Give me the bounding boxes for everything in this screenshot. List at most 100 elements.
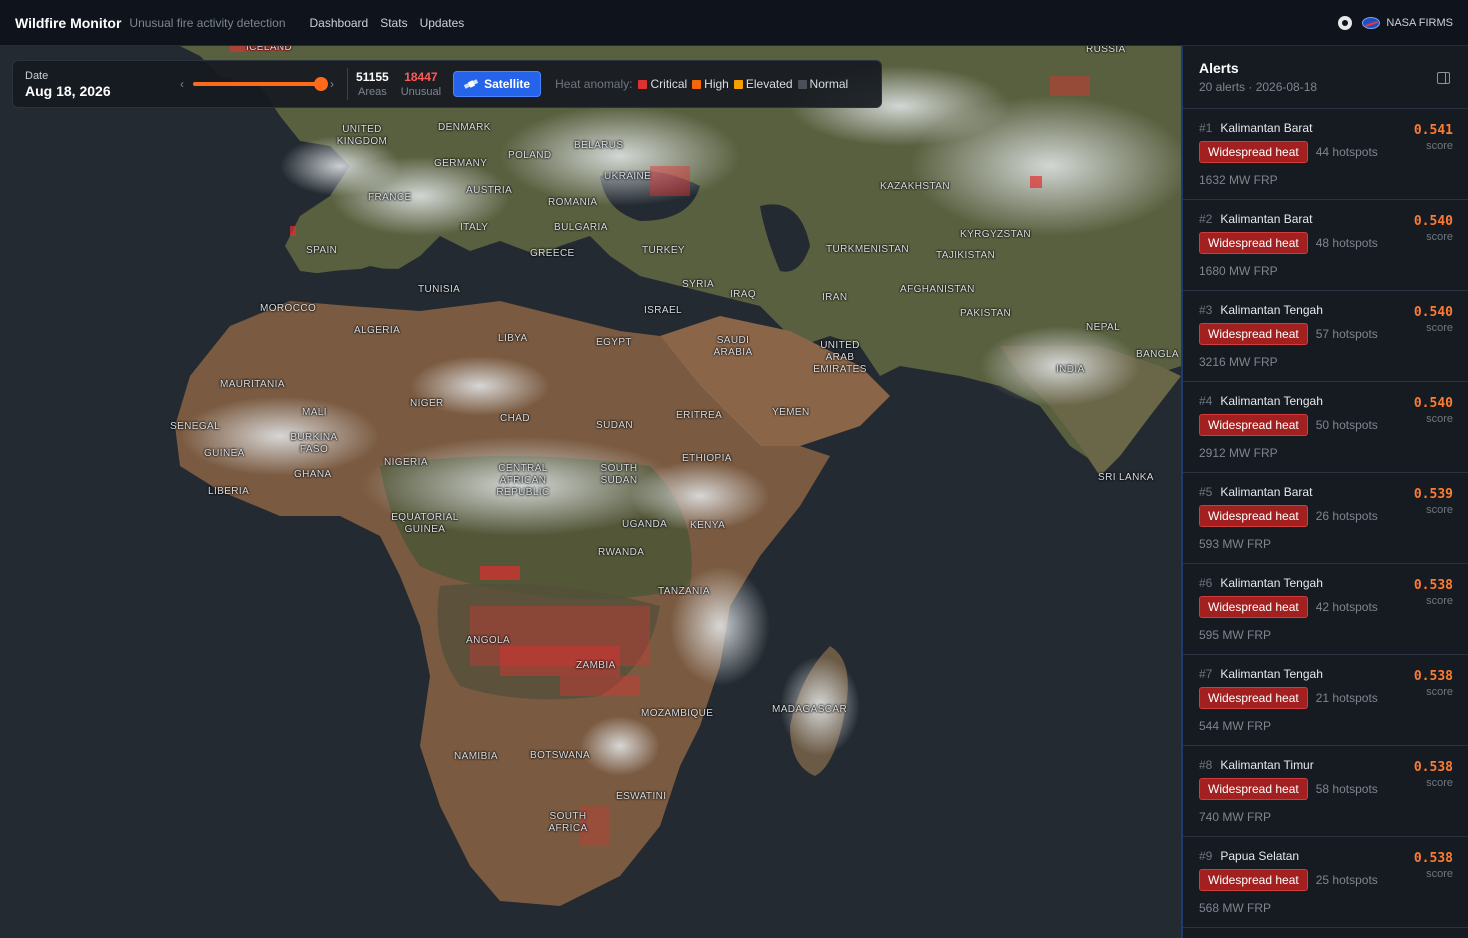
alert-hotspots: 58 hotspots (1315, 782, 1378, 796)
map-label-kenya: KENYA (690, 520, 726, 531)
date-slider[interactable] (193, 76, 328, 92)
alert-rank: #5 (1199, 485, 1213, 499)
map-label-india: INDIA (1056, 364, 1085, 375)
map-label-namibia: NAMIBIA (454, 751, 498, 762)
alert-score: 0.540 score (1414, 214, 1453, 243)
alert-region: Kalimantan Tengah (1220, 303, 1323, 317)
alert-item[interactable]: #1 Kalimantan Barat Widespread heat 44 hots… (1183, 109, 1468, 200)
app-title[interactable]: Wildfire Monitor (15, 15, 121, 31)
map-label-rwanda: RWANDA (598, 547, 645, 558)
alert-score-label: score (1426, 322, 1453, 334)
alert-type-badge: Widespread heat (1199, 778, 1308, 800)
map-label-zambia: ZAMBIA (576, 660, 616, 671)
alert-score-value: 0.539 (1413, 487, 1453, 502)
satellite-toggle-button[interactable]: Satellite (453, 71, 542, 97)
chevron-left-icon[interactable]: ‹ (175, 77, 189, 91)
satellite-map[interactable]: ICELAND RUSSIA UNITED KINGDOM DENMARK BE… (0, 46, 1181, 938)
alert-score-label: score (1426, 231, 1453, 243)
alert-item[interactable]: #8 Kalimantan Timur Widespread heat 58 hots… (1183, 746, 1468, 837)
alert-score-value: 0.538 (1413, 669, 1453, 684)
legend-label-high: High (704, 77, 729, 91)
alert-rank: #3 (1199, 303, 1213, 317)
map-label-iraq: IRAQ (730, 289, 757, 300)
alert-score-value: 0.538 (1413, 760, 1453, 775)
alert-item[interactable]: #7 Kalimantan Tengah Widespread heat 21 hot… (1183, 655, 1468, 746)
alert-hotspots: 57 hotspots (1315, 327, 1378, 341)
alert-frp: 568 MW FRP (1199, 901, 1272, 915)
map-label-morocco: MOROCCO (260, 303, 317, 314)
map-label-botswana: BOTSWANA (530, 750, 591, 761)
alert-score: 0.538 score (1414, 851, 1453, 880)
legend-label-elevated: Elevated (745, 77, 793, 91)
alert-rank: #7 (1199, 667, 1213, 681)
legend-swatch-high (692, 79, 702, 89)
nasa-firms-link[interactable]: NASA FIRMS (1362, 16, 1453, 29)
alert-item[interactable]: #6 Kalimantan Tengah Widespread heat 42 hot… (1183, 564, 1468, 655)
map-label-sri-lanka: SRI LANKA (1098, 472, 1154, 483)
nav-updates[interactable]: Updates (420, 16, 465, 30)
alert-item[interactable]: #4 Kalimantan Tengah Widespread heat 50 hot… (1183, 382, 1468, 473)
map-label-iceland: ICELAND (246, 46, 293, 53)
alert-frp: 2912 MW FRP (1199, 446, 1278, 460)
nav-right: NASA FIRMS (1338, 15, 1453, 30)
alert-score-label: score (1426, 413, 1453, 425)
map-label-romania: ROMANIA (548, 197, 598, 208)
alert-frp: 1680 MW FRP (1199, 264, 1278, 278)
legend-title: Heat anomaly: (555, 77, 633, 91)
unusual-value: 18447 (404, 70, 438, 84)
alert-score: 0.540 score (1414, 396, 1453, 425)
alert-rank: #1 (1199, 121, 1213, 135)
alert-hotspots: 48 hotspots (1315, 236, 1378, 250)
alerts-subtitle: 20 alerts · 2026-08-18 (1199, 80, 1318, 94)
panel-toggle-icon[interactable] (1437, 72, 1450, 84)
alert-type-badge: Widespread heat (1199, 596, 1308, 618)
map-label-spain: SPAIN (306, 245, 338, 256)
map-label-tanzania: TANZANIA (658, 586, 710, 597)
alert-region: Kalimantan Tengah (1220, 394, 1323, 408)
alert-item[interactable]: #3 Kalimantan Tengah Widespread heat 57 hot… (1183, 291, 1468, 382)
map-label-belarus: BELARUS (574, 140, 624, 151)
legend-label-critical: Critical (650, 77, 688, 91)
alert-score-label: score (1426, 595, 1453, 607)
satellite-icon (464, 79, 478, 89)
areas-stat: 51155 Areas (356, 70, 389, 98)
map-label-pakistan: PAKISTAN (960, 308, 1012, 319)
map-label-uk: UNITED KINGDOM (336, 124, 388, 147)
map-label-guinea: GUINEA (204, 448, 245, 459)
map-label-niger: NIGER (410, 398, 444, 409)
alert-region: Kalimantan Tengah (1220, 576, 1323, 590)
legend-swatch-critical (638, 79, 648, 89)
alert-type-badge: Widespread heat (1199, 687, 1308, 709)
nav-dashboard[interactable]: Dashboard (310, 16, 369, 30)
alert-rank: #8 (1199, 758, 1213, 772)
map-label-mozambique: MOZAMBIQUE (641, 708, 714, 719)
slider-thumb[interactable] (314, 77, 328, 91)
map-label-mali: MALI (302, 407, 327, 418)
nasa-firms-label: NASA FIRMS (1386, 16, 1453, 29)
map-label-france: FRANCE (368, 192, 412, 203)
map-label-nigeria: NIGERIA (384, 457, 428, 468)
alert-rank: #2 (1199, 212, 1213, 226)
map-label-algeria: ALGERIA (354, 325, 401, 336)
map-label-israel: ISRAEL (644, 305, 682, 316)
nav-stats[interactable]: Stats (380, 16, 407, 30)
map-label-south-sudan: SOUTH SUDAN (600, 463, 638, 486)
main-nav: Dashboard Stats Updates (310, 16, 465, 30)
date-display: Date Aug 18, 2026 (25, 70, 175, 99)
map-label-bulgaria: BULGARIA (554, 222, 608, 233)
alert-region: Kalimantan Barat (1220, 485, 1313, 499)
map-label-eritrea: ERITREA (676, 410, 723, 421)
alert-score-value: 0.540 (1413, 305, 1453, 320)
alert-hotspots: 44 hotspots (1315, 145, 1378, 159)
alert-item[interactable]: #9 Papua Selatan Widespread heat 25 hotspot… (1183, 837, 1468, 928)
map-label-south-africa: SOUTH AFRICA (548, 811, 588, 834)
alert-score-label: score (1426, 686, 1453, 698)
github-icon[interactable] (1338, 15, 1353, 30)
map-label-italy: ITALY (460, 222, 489, 233)
alert-frp: 740 MW FRP (1199, 810, 1272, 824)
alert-item[interactable]: #5 Kalimantan Barat Widespread heat 26 hots… (1183, 473, 1468, 564)
alert-region: Papua Selatan (1220, 849, 1300, 863)
map-label-nepal: NEPAL (1086, 322, 1121, 333)
alert-item[interactable]: #2 Kalimantan Barat Widespread heat 48 hots… (1183, 200, 1468, 291)
map-label-mauritania: MAURITANIA (220, 379, 285, 390)
